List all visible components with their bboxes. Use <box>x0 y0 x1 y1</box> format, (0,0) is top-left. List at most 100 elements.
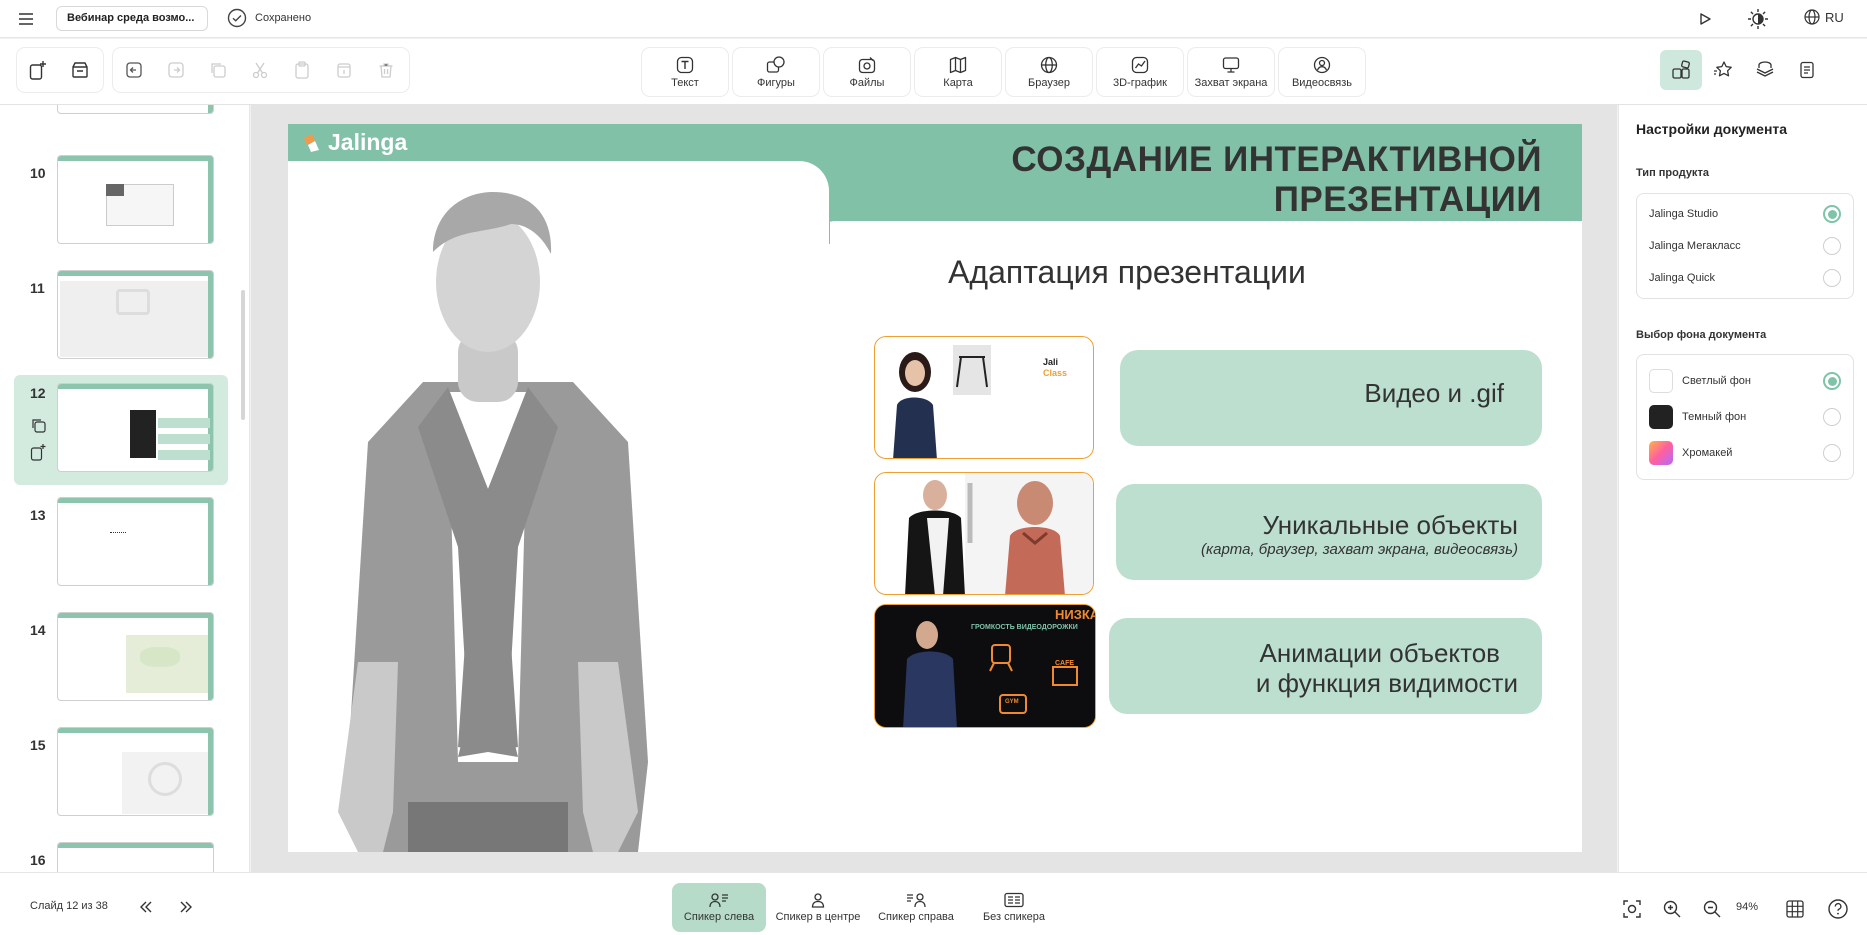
speaker-right-icon <box>907 893 926 908</box>
slide-thumbnail[interactable] <box>57 155 214 244</box>
theme-toggle-icon[interactable] <box>1747 8 1769 30</box>
panel-switcher-group <box>1660 47 1856 93</box>
feature-pill-objects[interactable]: Уникальные объекты (карта, браузер, захв… <box>1116 484 1542 580</box>
slide-thumbnail[interactable] <box>57 497 214 586</box>
slide-title[interactable]: СОЗДАНИЕ ИНТЕРАКТИВНОЙ ПРЕЗЕНТАЦИИ <box>1011 140 1542 220</box>
layout-speaker-center-button[interactable]: Спикер в центре <box>771 883 865 932</box>
monitor-icon <box>1222 56 1240 74</box>
tool-3d-chart-button[interactable]: 3D-график <box>1097 48 1183 96</box>
background-option-light[interactable]: Светлый фон <box>1637 363 1853 399</box>
product-option-quick[interactable]: Jalinga Quick <box>1637 262 1853 294</box>
new-slide-icon[interactable] <box>17 48 59 92</box>
feature-pill-animations[interactable]: Анимации объектов и функция видимости <box>1109 618 1542 714</box>
video-thumbnail-1[interactable]: Jali Class <box>874 336 1094 459</box>
file-actions-group <box>17 48 103 92</box>
tool-map-button[interactable]: Карта <box>915 48 1001 96</box>
document-name-field[interactable]: Вебинар среда возмо... <box>56 6 208 31</box>
slide-thumbnail[interactable] <box>57 842 214 872</box>
copy-icon[interactable] <box>197 48 239 92</box>
radio-button[interactable] <box>1823 408 1841 426</box>
tool-files-button[interactable]: Файлы <box>824 48 910 96</box>
product-type-options: Jalinga Studio Jalinga Мегакласс Jalinga… <box>1636 193 1854 299</box>
slide-thumb-row[interactable]: 15 <box>0 727 249 819</box>
check-circle-icon <box>227 8 247 28</box>
slide-canvas[interactable]: Jalinga СОЗДАНИЕ ИНТЕРАКТИВНОЙ ПРЕЗЕНТАЦ… <box>288 124 1582 852</box>
slide-thumb-row[interactable] <box>0 105 249 117</box>
double-chevron-right-icon <box>180 901 192 913</box>
photo3-subcaption: ГРОМКОСТЬ ВИДЕОДОРОЖКИ <box>971 624 1078 631</box>
menu-icon[interactable] <box>16 9 36 29</box>
undo-icon[interactable] <box>113 48 155 92</box>
radio-button[interactable] <box>1823 444 1841 462</box>
slide-subtitle[interactable]: Адаптация презентации <box>842 254 1412 291</box>
slide-thumb-row[interactable]: 14 <box>0 612 249 704</box>
redo-icon[interactable] <box>155 48 197 92</box>
fit-screen-icon <box>1623 900 1641 918</box>
help-button[interactable] <box>1826 897 1850 921</box>
slide-title-line1: СОЗДАНИЕ ИНТЕРАКТИВНОЙ <box>1011 140 1542 179</box>
fit-screen-button[interactable] <box>1620 897 1644 921</box>
layout-no-speaker-button[interactable]: Без спикера <box>967 883 1061 932</box>
video-thumbnail-3[interactable]: НИЗКАЯ ГРОМКОСТЬ ВИДЕОДОРОЖКИ CAFE GYM <box>874 604 1096 728</box>
chromakey-swatch <box>1649 441 1673 465</box>
slide-thumbnail[interactable] <box>57 612 214 701</box>
background-option-label: Хромакей <box>1682 447 1733 459</box>
layout-speaker-right-button[interactable]: Спикер справа <box>869 883 963 932</box>
slide-number: 13 <box>30 507 46 523</box>
slide-thumb-row-selected[interactable]: 12 <box>14 375 228 485</box>
prev-slide-button[interactable] <box>134 895 158 919</box>
elements-panel-button[interactable] <box>1660 50 1702 90</box>
language-selector[interactable]: RU <box>1804 9 1844 25</box>
slide-title-line2: ПРЕЗЕНТАЦИИ <box>1273 180 1542 219</box>
photo1-caption: Jali Class <box>1043 357 1067 379</box>
background-heading: Выбор фона документа <box>1636 329 1767 341</box>
delete-icon[interactable] <box>365 48 407 92</box>
background-option-chromakey[interactable]: Хромакей <box>1637 435 1853 471</box>
slides-panel: 10 11 12 13 14 15 16 <box>0 105 250 872</box>
animations-panel-button[interactable] <box>1702 50 1744 90</box>
tool-video-call-button[interactable]: Видеосвязь <box>1279 48 1365 96</box>
tool-browser-button[interactable]: Браузер <box>1006 48 1092 96</box>
radio-button-selected[interactable] <box>1823 372 1841 390</box>
radio-button-selected[interactable] <box>1823 205 1841 223</box>
slide-thumb-row[interactable]: 13 <box>0 497 249 589</box>
slide-thumb-row[interactable]: 11 <box>0 270 249 362</box>
feature-pill-video[interactable]: Видео и .gif <box>1120 350 1542 446</box>
slide-thumbnail[interactable] <box>57 105 214 114</box>
radio-button[interactable] <box>1823 269 1841 287</box>
paste-icon[interactable] <box>281 48 323 92</box>
next-slide-button[interactable] <box>174 895 198 919</box>
zoom-in-button[interactable] <box>1660 897 1684 921</box>
video-thumbnail-2[interactable] <box>874 472 1094 595</box>
notes-panel-button[interactable] <box>1786 50 1828 90</box>
insert-slide-icon[interactable] <box>30 443 46 461</box>
slide-thumb-row[interactable]: 16 <box>0 842 249 872</box>
grid-toggle-button[interactable] <box>1783 897 1807 921</box>
product-option-studio[interactable]: Jalinga Studio <box>1637 198 1853 230</box>
elements-icon <box>1671 60 1691 80</box>
tool-shapes-button[interactable]: Фигуры <box>733 48 819 96</box>
layers-panel-button[interactable] <box>1744 50 1786 90</box>
slide-thumbnail[interactable] <box>57 270 214 359</box>
product-option-megaclass[interactable]: Jalinga Мегакласс <box>1637 230 1853 262</box>
duplicate-slide-icon[interactable] <box>30 417 46 433</box>
layout-speaker-left-button[interactable]: Спикер слева <box>672 883 766 932</box>
feature-objects-sublabel: (карта, браузер, захват экрана, видеосвя… <box>1201 541 1518 558</box>
cut-icon[interactable] <box>239 48 281 92</box>
radio-button[interactable] <box>1823 237 1841 255</box>
zoom-out-button[interactable] <box>1700 897 1724 921</box>
slide-thumbnail[interactable] <box>57 727 214 816</box>
product-option-label: Jalinga Мегакласс <box>1649 240 1741 252</box>
archive-icon[interactable] <box>59 48 101 92</box>
slide-thumb-row[interactable]: 10 <box>0 155 249 247</box>
grid-icon <box>1786 900 1804 918</box>
speaker-silhouette[interactable] <box>318 182 658 852</box>
play-icon[interactable] <box>1694 8 1716 30</box>
slides-scrollbar[interactable] <box>241 290 245 420</box>
tool-text-button[interactable]: Текст <box>642 48 728 96</box>
top-bar: Вебинар среда возмо... Сохранено RU <box>0 0 1867 38</box>
tool-screen-capture-button[interactable]: Захват экрана <box>1188 48 1274 96</box>
slide-thumbnail[interactable] <box>57 383 214 472</box>
background-option-dark[interactable]: Темный фон <box>1637 399 1853 435</box>
clear-icon[interactable] <box>323 48 365 92</box>
